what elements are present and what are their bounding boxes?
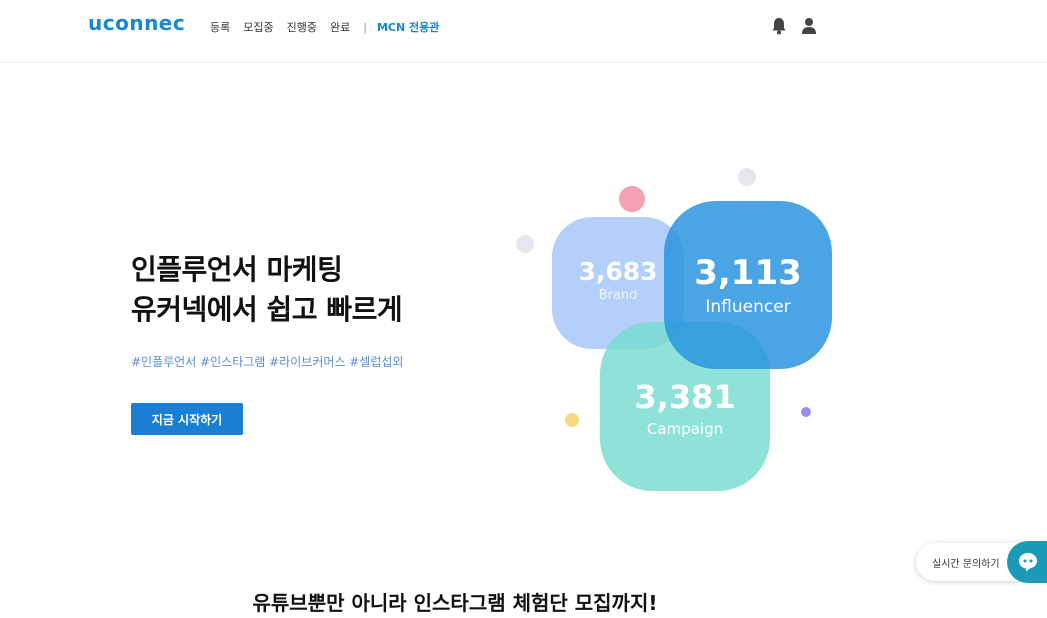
top-header: uconnec 등록 모집중 진행중 완료 | MCN 전용관 xyxy=(0,0,1047,63)
influencer-count: 3,113 xyxy=(694,253,802,293)
campaign-count: 3,381 xyxy=(634,378,736,416)
decorative-dot xyxy=(801,407,811,417)
bell-icon[interactable] xyxy=(770,16,788,36)
campaign-label: Campaign xyxy=(646,420,724,438)
hero-title: 인플루언서 마케팅 유커넥에서 쉽고 빠르게 xyxy=(131,250,403,330)
nav-separator: | xyxy=(363,20,367,34)
logo[interactable]: uconnec xyxy=(88,11,185,35)
decorative-dot xyxy=(619,186,645,212)
nav-item-completed[interactable]: 완료 xyxy=(330,19,350,35)
chat-bubble-icon[interactable] xyxy=(1007,541,1047,583)
live-inquiry-label: 실시간 문의하기 xyxy=(932,559,1000,570)
influencer-label: Influencer xyxy=(705,297,791,317)
section-title: 유튜브뿐만 아니라 인스타그램 체험단 모집까지! xyxy=(252,591,658,615)
hero-title-line2: 유커넥에서 쉽고 빠르게 xyxy=(131,293,403,326)
nav-item-recruiting[interactable]: 모집중 xyxy=(243,19,273,35)
decorative-dot xyxy=(565,413,579,427)
nav-item-mcn[interactable]: MCN 전용관 xyxy=(377,19,439,35)
user-icon[interactable] xyxy=(800,16,818,36)
hero-hashtags: #인플루언서 #인스타그램 #라이브커머스 #셀럽섭외 xyxy=(131,355,404,369)
decorative-dot xyxy=(516,235,534,253)
hero-title-line1: 인플루언서 마케팅 xyxy=(131,253,343,286)
decorative-dot xyxy=(738,168,756,186)
influencer-stat: 3,113 Influencer xyxy=(664,201,832,369)
nav-item-in-progress[interactable]: 진행중 xyxy=(287,19,317,35)
main-nav: 등록 모집중 진행중 완료 | MCN 전용관 xyxy=(210,19,452,35)
nav-item-register[interactable]: 등록 xyxy=(210,19,230,35)
start-button[interactable]: 지금 시작하기 xyxy=(131,403,243,435)
